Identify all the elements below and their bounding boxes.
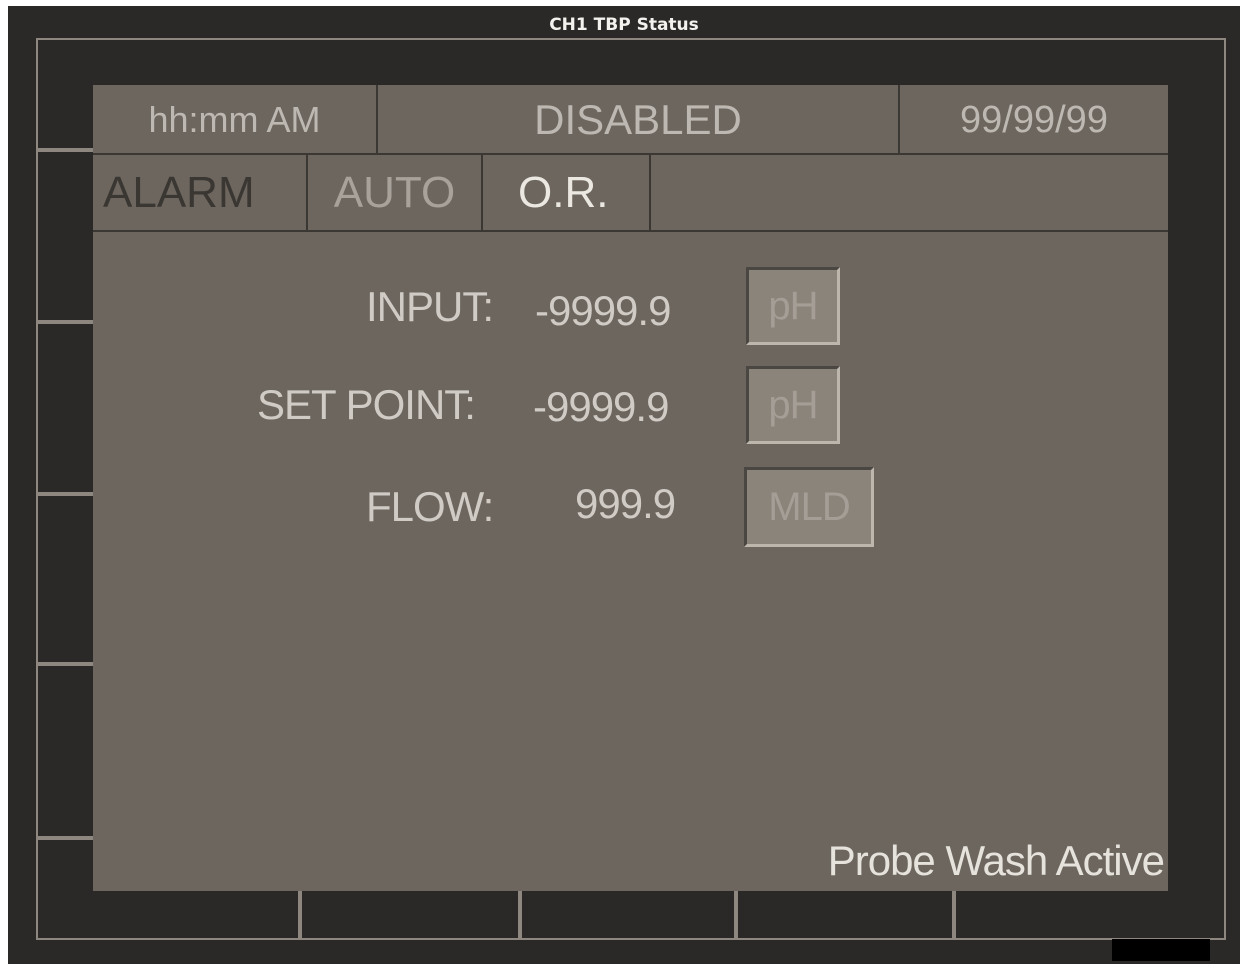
softkey-bottom-5[interactable]	[956, 891, 1224, 939]
input-label: INPUT:	[366, 283, 494, 330]
softkey-left-5[interactable]	[36, 666, 94, 836]
state-field: DISABLED	[378, 85, 900, 155]
alarm-text: ALARM	[103, 168, 255, 217]
controller-device: CH1 TBP Status hh:mm AM DISABLED 99/99/9…	[8, 6, 1240, 964]
range-text: O.R.	[518, 168, 609, 217]
input-unit-text: pH	[768, 283, 818, 328]
window-title: CH1 TBP Status	[549, 15, 699, 35]
flow-unit-text: MLD	[768, 484, 850, 529]
flow-value: 999.9	[575, 480, 676, 527]
softkey-left-2[interactable]	[36, 152, 94, 320]
softkey-left-4[interactable]	[36, 496, 94, 662]
range-field: O.R.	[483, 155, 651, 231]
softkey-bottom-4[interactable]	[738, 891, 952, 939]
setpoint-value: -9999.9	[533, 383, 669, 430]
row-divider	[93, 230, 1168, 232]
flow-unit-button[interactable]: MLD	[744, 467, 874, 547]
flow-label: FLOW:	[366, 483, 494, 530]
time-text: hh:mm AM	[148, 99, 321, 140]
auto-text: AUTO	[333, 168, 456, 217]
state-text: DISABLED	[534, 96, 742, 143]
softkey-bottom-2[interactable]	[302, 891, 518, 939]
date-text: 99/99/99	[960, 98, 1108, 141]
time-field: hh:mm AM	[93, 85, 378, 155]
device-tab	[1112, 939, 1210, 961]
bezel-right-edge	[1224, 38, 1226, 940]
setpoint-unit-button[interactable]: pH	[746, 366, 840, 444]
alarm-field: ALARM	[93, 155, 308, 231]
softkey-left-3[interactable]	[36, 324, 94, 492]
bezel-top-edge	[36, 38, 1226, 40]
status-screen: hh:mm AM DISABLED 99/99/99 ALARM AUTO O.…	[93, 85, 1168, 891]
input-value: -9999.9	[535, 287, 671, 334]
softkey-bottom-3[interactable]	[522, 891, 734, 939]
mode-extra-field	[651, 155, 1168, 231]
date-field: 99/99/99	[900, 85, 1168, 155]
setpoint-label: SET POINT:	[257, 381, 476, 428]
auto-field: AUTO	[308, 155, 483, 231]
setpoint-unit-text: pH	[768, 382, 818, 427]
input-unit-button[interactable]: pH	[746, 267, 840, 345]
softkey-left-1[interactable]	[36, 40, 94, 148]
softkey-bottom-1[interactable]	[38, 891, 298, 939]
status-message: Probe Wash Active	[827, 837, 1165, 884]
